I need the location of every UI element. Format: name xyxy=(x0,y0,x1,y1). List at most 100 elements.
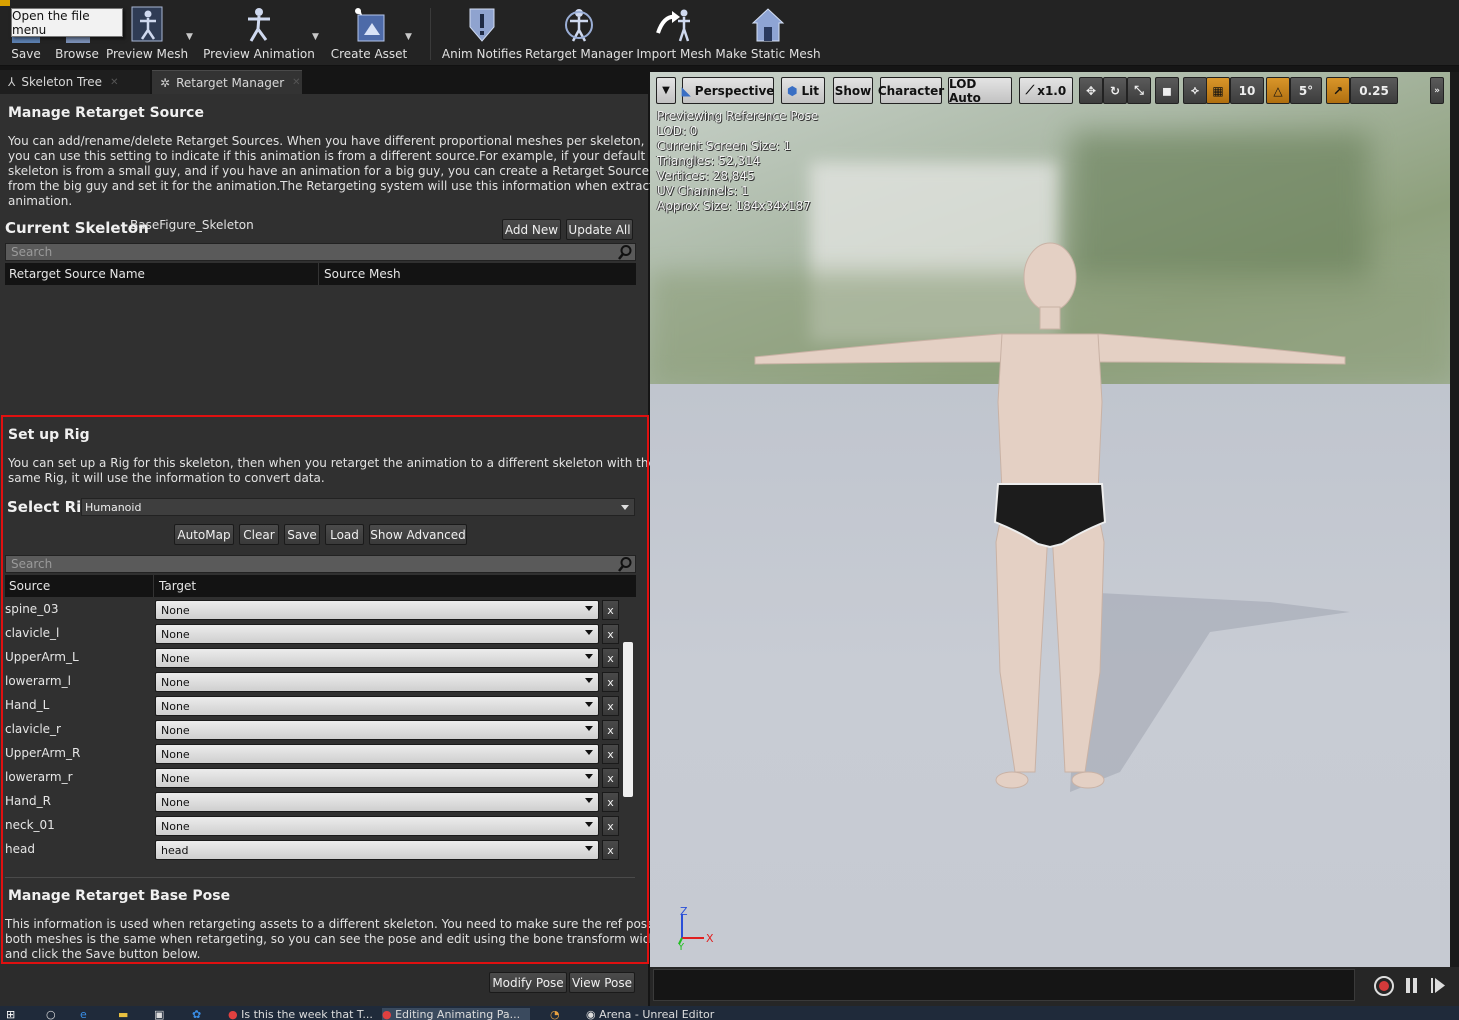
col-target[interactable]: Target xyxy=(159,579,196,593)
rig-search-input[interactable]: Search xyxy=(5,555,636,573)
taskbar-item-browser-active[interactable]: ● Editing Animating Pa... xyxy=(382,1008,530,1020)
update-all-button[interactable]: Update All xyxy=(566,219,633,240)
scale-snap-toggle[interactable]: ↗ xyxy=(1326,77,1350,104)
rig-target-dropdown[interactable]: None xyxy=(155,672,599,692)
select-rig-dropdown[interactable]: Humanoid xyxy=(81,498,635,516)
folder-icon[interactable]: ▬ xyxy=(118,1008,134,1020)
automap-button[interactable]: AutoMap xyxy=(174,524,234,545)
pause-icon[interactable] xyxy=(1402,974,1422,998)
load-rig-button[interactable]: Load xyxy=(325,524,364,545)
close-icon[interactable]: ✕ xyxy=(292,77,300,88)
rig-target-dropdown[interactable]: None xyxy=(155,792,599,812)
rig-target-dropdown[interactable]: None xyxy=(155,648,599,668)
clear-mapping-button[interactable]: x xyxy=(602,720,619,740)
view-pose-button[interactable]: View Pose xyxy=(569,972,635,993)
viewport-options-button[interactable]: ▼ xyxy=(656,77,676,104)
tab-retarget-manager[interactable]: ✲ Retarget Manager ✕ xyxy=(152,70,302,94)
show-advanced-button[interactable]: Show Advanced xyxy=(369,524,467,545)
taskbar-item-unreal[interactable]: ◉ Arena - Unreal Editor xyxy=(586,1008,726,1020)
rotate-mode-button[interactable]: ↻ xyxy=(1103,77,1127,104)
lit-button[interactable]: ⬢ Lit xyxy=(781,77,825,104)
save-rig-button[interactable]: Save xyxy=(284,524,320,545)
description-line: from the big guy and set it for the anim… xyxy=(8,179,673,193)
app-icon[interactable]: ◔ xyxy=(550,1008,566,1020)
rig-target-dropdown[interactable]: head xyxy=(155,840,599,860)
modify-pose-button[interactable]: Modify Pose xyxy=(489,972,567,993)
rig-list-scrollbar[interactable] xyxy=(623,642,633,797)
clear-mapping-button[interactable]: x xyxy=(602,792,619,812)
close-icon[interactable]: ✕ xyxy=(110,77,118,88)
perspective-button[interactable]: ◣ Perspective xyxy=(682,77,774,104)
rig-table-header: Source Target xyxy=(5,575,636,597)
translate-mode-button[interactable]: ✥ xyxy=(1079,77,1103,104)
import-mesh-button[interactable]: Import Mesh xyxy=(636,2,712,64)
character-button[interactable]: Character xyxy=(878,77,944,104)
window-corner-accent xyxy=(0,0,10,6)
settings-icon[interactable]: ✿ xyxy=(192,1008,208,1020)
search-icon[interactable]: ○ xyxy=(46,1008,62,1020)
grid-snap-toggle[interactable]: ▦ xyxy=(1206,77,1230,104)
timeline-scrubber[interactable] xyxy=(653,969,1355,1001)
coordinate-space-button[interactable]: ◼ xyxy=(1155,77,1179,104)
col-source[interactable]: Source xyxy=(9,579,50,593)
rig-target-dropdown[interactable]: None xyxy=(155,744,599,764)
preview-animation-dropdown-icon[interactable]: ▼ xyxy=(312,32,319,42)
retarget-source-search-input[interactable]: Search xyxy=(5,243,636,261)
rig-source-bone: Hand_L xyxy=(5,698,50,712)
store-icon[interactable]: ▣ xyxy=(154,1008,170,1020)
clear-mapping-button[interactable]: x xyxy=(602,840,619,860)
rig-source-bone: clavicle_l xyxy=(5,626,60,640)
clear-mapping-button[interactable]: x xyxy=(602,696,619,716)
preview-mesh-dropdown-icon[interactable]: ▼ xyxy=(186,32,193,42)
clear-mapping-button[interactable]: x xyxy=(602,624,619,644)
rig-target-dropdown[interactable]: None xyxy=(155,768,599,788)
rig-target-dropdown[interactable]: None xyxy=(155,720,599,740)
chevron-down-icon xyxy=(585,702,593,707)
selected-rig-value: Humanoid xyxy=(85,500,142,514)
clear-button[interactable]: Clear xyxy=(239,524,279,545)
windows-start-icon[interactable]: ⊞ xyxy=(6,1008,22,1020)
scale-mode-button[interactable]: ⤡ xyxy=(1127,77,1151,104)
rig-target-dropdown[interactable]: None xyxy=(155,696,599,716)
clear-mapping-button[interactable]: x xyxy=(602,768,619,788)
anim-notifies-button[interactable]: Anim Notifies xyxy=(442,2,522,64)
playback-speed-button[interactable]: ⟋ x1.0 xyxy=(1019,77,1073,104)
clear-mapping-button[interactable]: x xyxy=(602,672,619,692)
create-asset-button[interactable]: Create Asset xyxy=(331,2,407,64)
tab-skeleton-tree[interactable]: ⅄ Skeleton Tree ✕ xyxy=(0,70,150,94)
preview-mesh-icon xyxy=(131,6,163,42)
rig-target-dropdown[interactable]: None xyxy=(155,600,599,620)
col-source-mesh[interactable]: Source Mesh xyxy=(324,267,401,281)
record-icon[interactable] xyxy=(1372,974,1396,998)
retarget-manager-button[interactable]: Retarget Manager xyxy=(525,2,633,64)
edge-icon[interactable]: e xyxy=(80,1008,96,1020)
clear-mapping-button[interactable]: x xyxy=(602,648,619,668)
chevron-down-icon xyxy=(585,750,593,755)
create-asset-dropdown-icon[interactable]: ▼ xyxy=(405,32,412,42)
add-new-button[interactable]: Add New xyxy=(502,219,561,240)
preview-animation-button[interactable]: Preview Animation xyxy=(203,2,315,64)
main-toolbar: Save Browse Preview Mesh ▼ Preview Anima… xyxy=(0,0,1459,66)
clear-mapping-button[interactable]: x xyxy=(602,600,619,620)
rig-target-dropdown[interactable]: None xyxy=(155,624,599,644)
surface-snap-button[interactable]: ⟡ xyxy=(1183,77,1207,104)
clear-mapping-button[interactable]: x xyxy=(602,744,619,764)
lit-icon: ⬢ xyxy=(787,83,798,98)
lod-button[interactable]: LOD Auto xyxy=(948,77,1012,105)
stats-line: Previewing Reference Pose xyxy=(657,109,819,123)
clear-mapping-button[interactable]: x xyxy=(602,816,619,836)
rotation-snap-toggle[interactable]: △ xyxy=(1266,77,1290,104)
taskbar-item-browser[interactable]: ● Is this the week that T... xyxy=(228,1008,373,1020)
base-pose-description: This information is used when retargetin… xyxy=(5,917,674,962)
scale-snap-value[interactable]: 0.25 xyxy=(1350,77,1398,104)
rig-target-dropdown[interactable]: None xyxy=(155,816,599,836)
make-static-mesh-button[interactable]: Make Static Mesh xyxy=(715,2,821,64)
current-skeleton-value: BaseFigure_Skeleton xyxy=(130,218,254,232)
col-retarget-source-name[interactable]: Retarget Source Name xyxy=(9,267,145,281)
play-forward-icon[interactable] xyxy=(1428,974,1448,998)
grid-snap-value[interactable]: 10 xyxy=(1230,77,1264,104)
viewport-menu-expand-button[interactable]: » xyxy=(1430,77,1444,104)
rig-target-value: None xyxy=(161,819,190,833)
show-button[interactable]: Show xyxy=(833,77,873,104)
rotation-snap-value[interactable]: 5° xyxy=(1290,77,1322,104)
